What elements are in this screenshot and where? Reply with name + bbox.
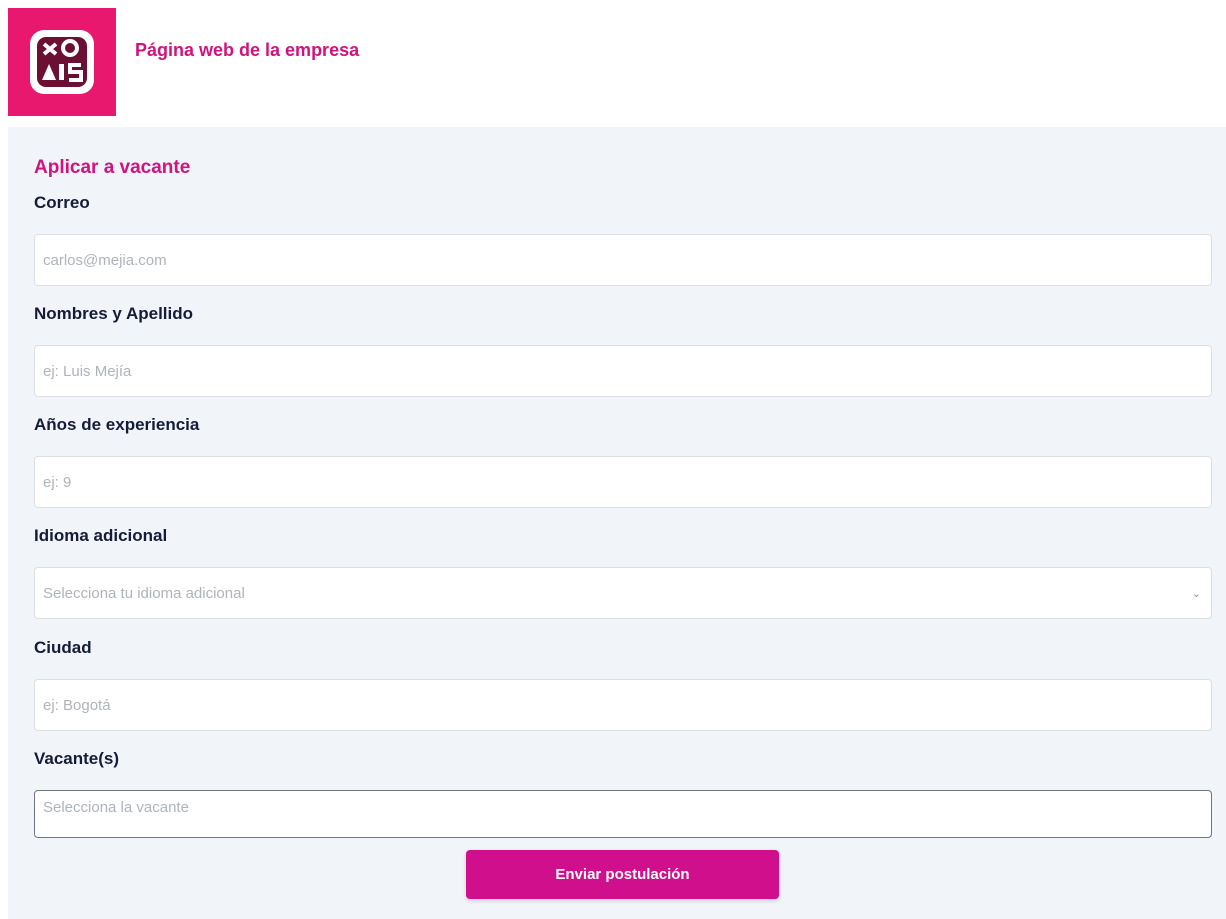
company-logo[interactable] — [8, 8, 116, 116]
ais-logo-icon — [30, 30, 94, 94]
experience-label: Años de experiencia — [34, 415, 200, 434]
email-field[interactable]: carlos@mejia.com — [34, 234, 1212, 286]
name-field[interactable]: ej: Luis Mejía — [34, 345, 1212, 397]
vacancy-placeholder: Selecciona la vacante — [43, 799, 189, 816]
language-label: Idioma adicional — [34, 526, 168, 545]
city-placeholder: ej: Bogotá — [43, 696, 111, 714]
language-placeholder: Selecciona tu idioma adicional — [43, 584, 245, 602]
vacancy-label: Vacante(s) — [34, 749, 120, 768]
name-label: Nombres y Apellido — [34, 304, 194, 323]
email-label: Correo — [34, 193, 90, 212]
city-label: Ciudad — [34, 638, 92, 657]
company-website-link[interactable]: Página web de la empresa — [135, 40, 359, 61]
language-select[interactable]: Selecciona tu idioma adicional ⌄ — [34, 567, 1212, 619]
name-placeholder: ej: Luis Mejía — [43, 362, 132, 380]
form-title: Aplicar a vacante — [34, 157, 191, 178]
chevron-down-icon: ⌄ — [1191, 587, 1201, 600]
experience-field[interactable]: ej: 9 — [34, 456, 1212, 508]
city-field[interactable]: ej: Bogotá — [34, 679, 1212, 731]
experience-placeholder: ej: 9 — [43, 473, 72, 491]
header: Página web de la empresa — [0, 0, 1226, 127]
email-placeholder: carlos@mejia.com — [43, 251, 167, 269]
submit-application-button[interactable]: Enviar postulación — [466, 850, 779, 899]
vacancy-select[interactable]: Selecciona la vacante — [34, 790, 1212, 838]
application-form: Aplicar a vacante Correo carlos@mejia.co… — [8, 127, 1226, 919]
